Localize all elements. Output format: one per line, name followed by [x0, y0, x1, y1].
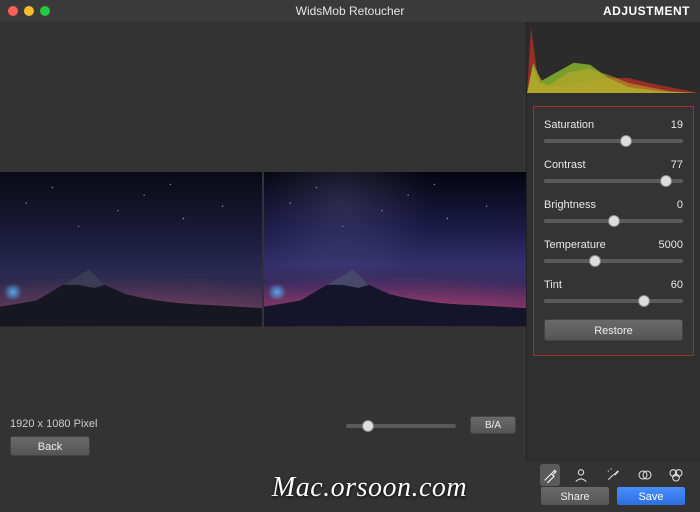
slider-knob[interactable]	[638, 295, 650, 307]
restore-button[interactable]: Restore	[544, 319, 683, 341]
canvas-area: 1920 x 1080 Pixel B/A Back	[0, 22, 526, 462]
slider-track[interactable]	[544, 179, 683, 183]
slider-value: 77	[671, 159, 683, 171]
slider-contrast: Contrast 77	[544, 159, 683, 183]
before-after-toggle[interactable]: B/A	[470, 416, 516, 434]
slider-saturation: Saturation 19	[544, 119, 683, 143]
zoom-slider[interactable]	[346, 424, 456, 428]
titlebar: WidsMob Retoucher ADJUSTMENT	[0, 0, 700, 22]
canvas-footer: 1920 x 1080 Pixel B/A Back	[0, 412, 526, 462]
window-controls	[8, 6, 50, 16]
share-button[interactable]: Share	[540, 486, 610, 506]
close-window-button[interactable]	[8, 6, 18, 16]
slider-value: 5000	[659, 239, 683, 251]
tab-adjustment[interactable]: ADJUSTMENT	[603, 4, 690, 18]
slider-label: Temperature	[544, 239, 606, 251]
save-button[interactable]: Save	[616, 486, 686, 506]
app-title: WidsMob Retoucher	[296, 4, 405, 18]
back-button[interactable]: Back	[10, 436, 90, 456]
slider-knob[interactable]	[608, 215, 620, 227]
slider-label: Contrast	[544, 159, 586, 171]
slider-value: 0	[677, 199, 683, 211]
slider-label: Saturation	[544, 119, 594, 131]
image-after	[264, 172, 526, 327]
slider-knob[interactable]	[589, 255, 601, 267]
portrait-tool-icon[interactable]	[572, 464, 592, 486]
filmpack-tool-icon[interactable]	[666, 464, 686, 486]
adjustment-sliders: Saturation 19 Contrast 77 Brightness	[533, 106, 694, 356]
slider-label: Brightness	[544, 199, 596, 211]
slider-value: 19	[671, 119, 683, 131]
slider-label: Tint	[544, 279, 562, 291]
zoom-window-button[interactable]	[40, 6, 50, 16]
slider-track[interactable]	[544, 219, 683, 223]
slider-track[interactable]	[544, 259, 683, 263]
slider-brightness: Brightness 0	[544, 199, 683, 223]
zoom-slider-knob[interactable]	[362, 420, 374, 432]
tool-row	[540, 464, 686, 486]
slider-value: 60	[671, 279, 683, 291]
slider-tint: Tint 60	[544, 279, 683, 303]
image-before	[0, 172, 262, 327]
before-after-view	[0, 172, 526, 327]
slider-track[interactable]	[544, 139, 683, 143]
slider-track[interactable]	[544, 299, 683, 303]
minimize-window-button[interactable]	[24, 6, 34, 16]
denoise-tool-icon[interactable]	[603, 464, 623, 486]
slider-knob[interactable]	[620, 135, 632, 147]
lomo-tool-icon[interactable]	[635, 464, 655, 486]
adjustment-tool-icon[interactable]	[540, 464, 560, 486]
slider-temperature: Temperature 5000	[544, 239, 683, 263]
image-dimensions: 1920 x 1080 Pixel	[10, 418, 97, 430]
histogram	[527, 22, 700, 92]
watermark: Mac.orsoon.com	[272, 472, 467, 504]
panel-footer: Share Save	[532, 462, 694, 512]
adjustment-panel: Saturation 19 Contrast 77 Brightness	[526, 22, 700, 462]
slider-knob[interactable]	[660, 175, 672, 187]
